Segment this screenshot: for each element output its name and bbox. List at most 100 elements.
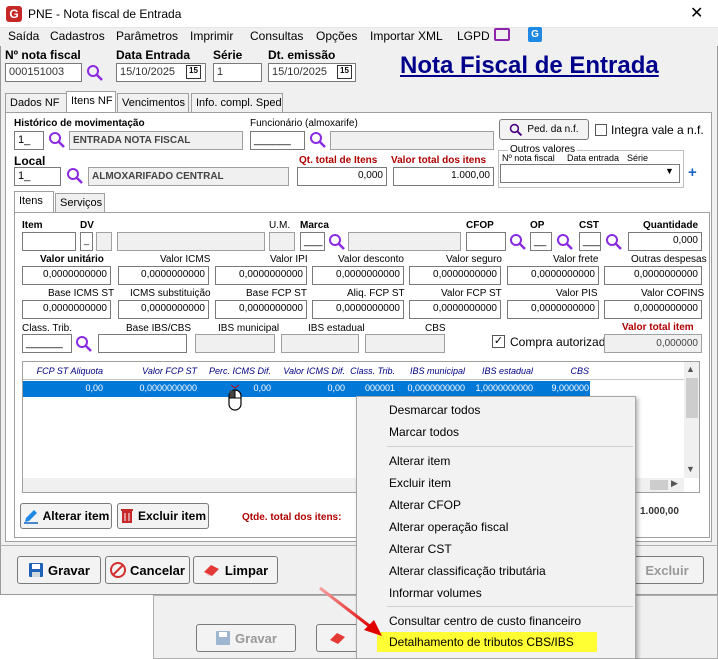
monitor-icon[interactable] — [494, 28, 510, 41]
menu-item-marcar-todos[interactable]: Marcar todos — [389, 425, 459, 439]
valor-cofins-field[interactable]: 0,0000000000 — [604, 300, 702, 319]
chevron-up-icon[interactable]: ▲ — [686, 364, 695, 374]
excluir-button[interactable]: Excluir — [630, 556, 704, 584]
menu-parametros[interactable]: Parâmetros — [116, 29, 178, 43]
tab-itens-nf[interactable]: Itens NF — [66, 91, 116, 113]
base-ibs-cbs-field[interactable] — [98, 334, 187, 353]
subtab-servicos[interactable]: Serviços — [55, 193, 105, 213]
col-perc-icms-dif[interactable]: Perc. ICMS Dif. — [201, 366, 271, 376]
menu-consultas[interactable]: Consultas — [250, 29, 303, 43]
search-icon[interactable] — [309, 131, 327, 149]
menu-item-excluir-item[interactable]: Excluir item — [389, 476, 451, 490]
chevron-right-icon[interactable]: ▶ — [671, 478, 678, 489]
limpar-button[interactable]: Limpar — [193, 556, 278, 584]
menu-item-alterar-cst[interactable]: Alterar CST — [389, 542, 452, 556]
excluir-item-button[interactable]: Excluir item — [117, 503, 209, 529]
icms-substituicao-field[interactable]: 0,0000000000 — [118, 300, 209, 319]
menu-item-consultar-centro-custo[interactable]: Consultar centro de custo financeiro — [389, 614, 581, 628]
mouse-cursor-icon — [228, 384, 242, 411]
base-fcp-st-field[interactable]: 0,0000000000 — [215, 300, 307, 319]
search-icon[interactable] — [556, 233, 574, 251]
menu-lgpd[interactable]: LGPD — [457, 29, 490, 43]
nota-fiscal-field[interactable]: 000151003 — [5, 63, 82, 82]
search-icon[interactable] — [328, 233, 346, 251]
alterar-item-button[interactable]: Alterar item — [20, 503, 112, 529]
compra-autorizada-checkbox[interactable]: ✓ — [492, 335, 505, 348]
valor-icms-field[interactable]: 0,0000000000 — [118, 266, 209, 285]
search-icon[interactable] — [509, 233, 527, 251]
g-app-icon[interactable]: G — [528, 27, 542, 42]
col-class-trib[interactable]: Class. Trib. — [349, 366, 395, 376]
menu-cadastros[interactable]: Cadastros — [50, 29, 105, 43]
search-icon[interactable] — [605, 233, 623, 251]
quantidade-field[interactable]: 0,000 — [628, 232, 702, 251]
menu-item-alterar-cfop[interactable]: Alterar CFOP — [389, 498, 461, 512]
aliq-fcp-st-field[interactable]: 0,0000000000 — [312, 300, 404, 319]
menu-imprimir[interactable]: Imprimir — [190, 29, 233, 43]
menu-item-alterar-item[interactable]: Alterar item — [389, 454, 450, 468]
menu-item-alterar-operacao-fiscal[interactable]: Alterar operação fiscal — [389, 520, 508, 534]
valor-fcp-st-field[interactable]: 0,0000000000 — [409, 300, 501, 319]
outros-valores-select[interactable] — [500, 164, 680, 183]
menu-opcoes[interactable]: Opções — [316, 29, 357, 43]
gravar-button[interactable]: Gravar — [17, 556, 101, 584]
class-trib-field[interactable]: ______ — [22, 334, 72, 353]
subtab-itens[interactable]: Itens — [14, 191, 54, 213]
search-icon[interactable] — [66, 167, 84, 185]
h-scrollbar-thumb[interactable] — [650, 480, 668, 490]
local-desc-field: ALMOXARIFADO CENTRAL — [88, 167, 289, 186]
valor-unitario-field[interactable]: 0,0000000000 — [22, 266, 111, 285]
scrollbar-thumb[interactable] — [686, 378, 698, 418]
tab-vencimentos[interactable]: Vencimentos — [117, 93, 189, 113]
valor-frete-field[interactable]: 0,0000000000 — [507, 266, 599, 285]
ped-da-nf-button[interactable]: Ped. da n.f. — [499, 119, 589, 140]
search-icon[interactable] — [75, 335, 93, 353]
calendar-icon[interactable]: 15 — [186, 65, 201, 79]
col-fcp-st-aliquota[interactable]: FCP ST Aliquota — [23, 366, 103, 376]
search-icon[interactable] — [48, 131, 66, 149]
col-ibs-municipal[interactable]: IBS municipal — [399, 366, 465, 376]
menu-item-desmarcar-todos[interactable]: Desmarcar todos — [389, 403, 480, 417]
col-valor-fcp-st[interactable]: Valor FCP ST — [107, 366, 197, 376]
col-ibs-estadual[interactable]: IBS estadual — [469, 366, 533, 376]
calendar-icon[interactable]: 15 — [337, 65, 352, 79]
chevron-down-icon[interactable]: ▼ — [686, 464, 695, 474]
serie-field[interactable]: 1 — [213, 63, 262, 82]
menu-item-informar-volumes[interactable]: Informar volumes — [389, 586, 482, 600]
cfop-field[interactable] — [466, 232, 506, 251]
col-valor-icms-dif[interactable]: Valor ICMS Dif. — [275, 366, 345, 376]
tab-info-compl-sped[interactable]: Info. compl. Sped — [191, 93, 283, 113]
table-row[interactable]: 0,00 0,0000000000 0,00 0,00 000001 0,000… — [23, 381, 590, 397]
dv-field[interactable]: _ — [80, 232, 93, 251]
qt-total-label: Qt. total de Itens — [299, 155, 378, 166]
menu-importar-xml[interactable]: Importar XML — [370, 29, 443, 43]
valor-pis-field[interactable]: 0,0000000000 — [507, 300, 599, 319]
red-arrow-icon — [319, 586, 382, 636]
integra-vale-checkbox[interactable] — [595, 124, 607, 136]
menu-item-alterar-classificacao-tributaria[interactable]: Alterar classificação tributária — [389, 564, 546, 578]
search-icon[interactable] — [86, 64, 104, 82]
op-field[interactable]: __ — [530, 232, 552, 251]
cancelar-button[interactable]: Cancelar — [105, 556, 190, 584]
local-code-field[interactable]: 1_ — [14, 167, 61, 186]
base-icms-st-field[interactable]: 0,0000000000 — [22, 300, 111, 319]
chevron-down-icon[interactable]: ▼ — [665, 166, 674, 176]
valor-ipi-field[interactable]: 0,0000000000 — [215, 266, 307, 285]
valor-seguro-field[interactable]: 0,0000000000 — [409, 266, 501, 285]
menu-item-detalhamento-tributos[interactable]: Detalhamento de tributos CBS/IBS — [377, 632, 597, 652]
outras-despesas-label: Outras despesas — [631, 254, 707, 265]
close-icon[interactable]: ✕ — [690, 3, 703, 23]
marca-field[interactable]: ___ — [300, 232, 325, 251]
historico-code-field[interactable]: 1_ — [14, 131, 44, 150]
gravar-button-disabled[interactable]: Gravar — [196, 624, 296, 652]
menu-saida[interactable]: Saída — [8, 29, 39, 43]
item-field[interactable] — [22, 232, 76, 251]
col-cbs[interactable]: CBS — [537, 366, 589, 376]
save-icon — [29, 563, 44, 577]
valor-desconto-field[interactable]: 0,0000000000 — [312, 266, 404, 285]
tab-dados-nf[interactable]: Dados NF — [5, 93, 67, 113]
outras-despesas-field[interactable]: 0,0000000000 — [604, 266, 702, 285]
cst-field[interactable]: ___ — [579, 232, 601, 251]
add-icon[interactable]: + — [688, 164, 697, 181]
funcionario-code-field[interactable]: ______ — [250, 131, 305, 150]
